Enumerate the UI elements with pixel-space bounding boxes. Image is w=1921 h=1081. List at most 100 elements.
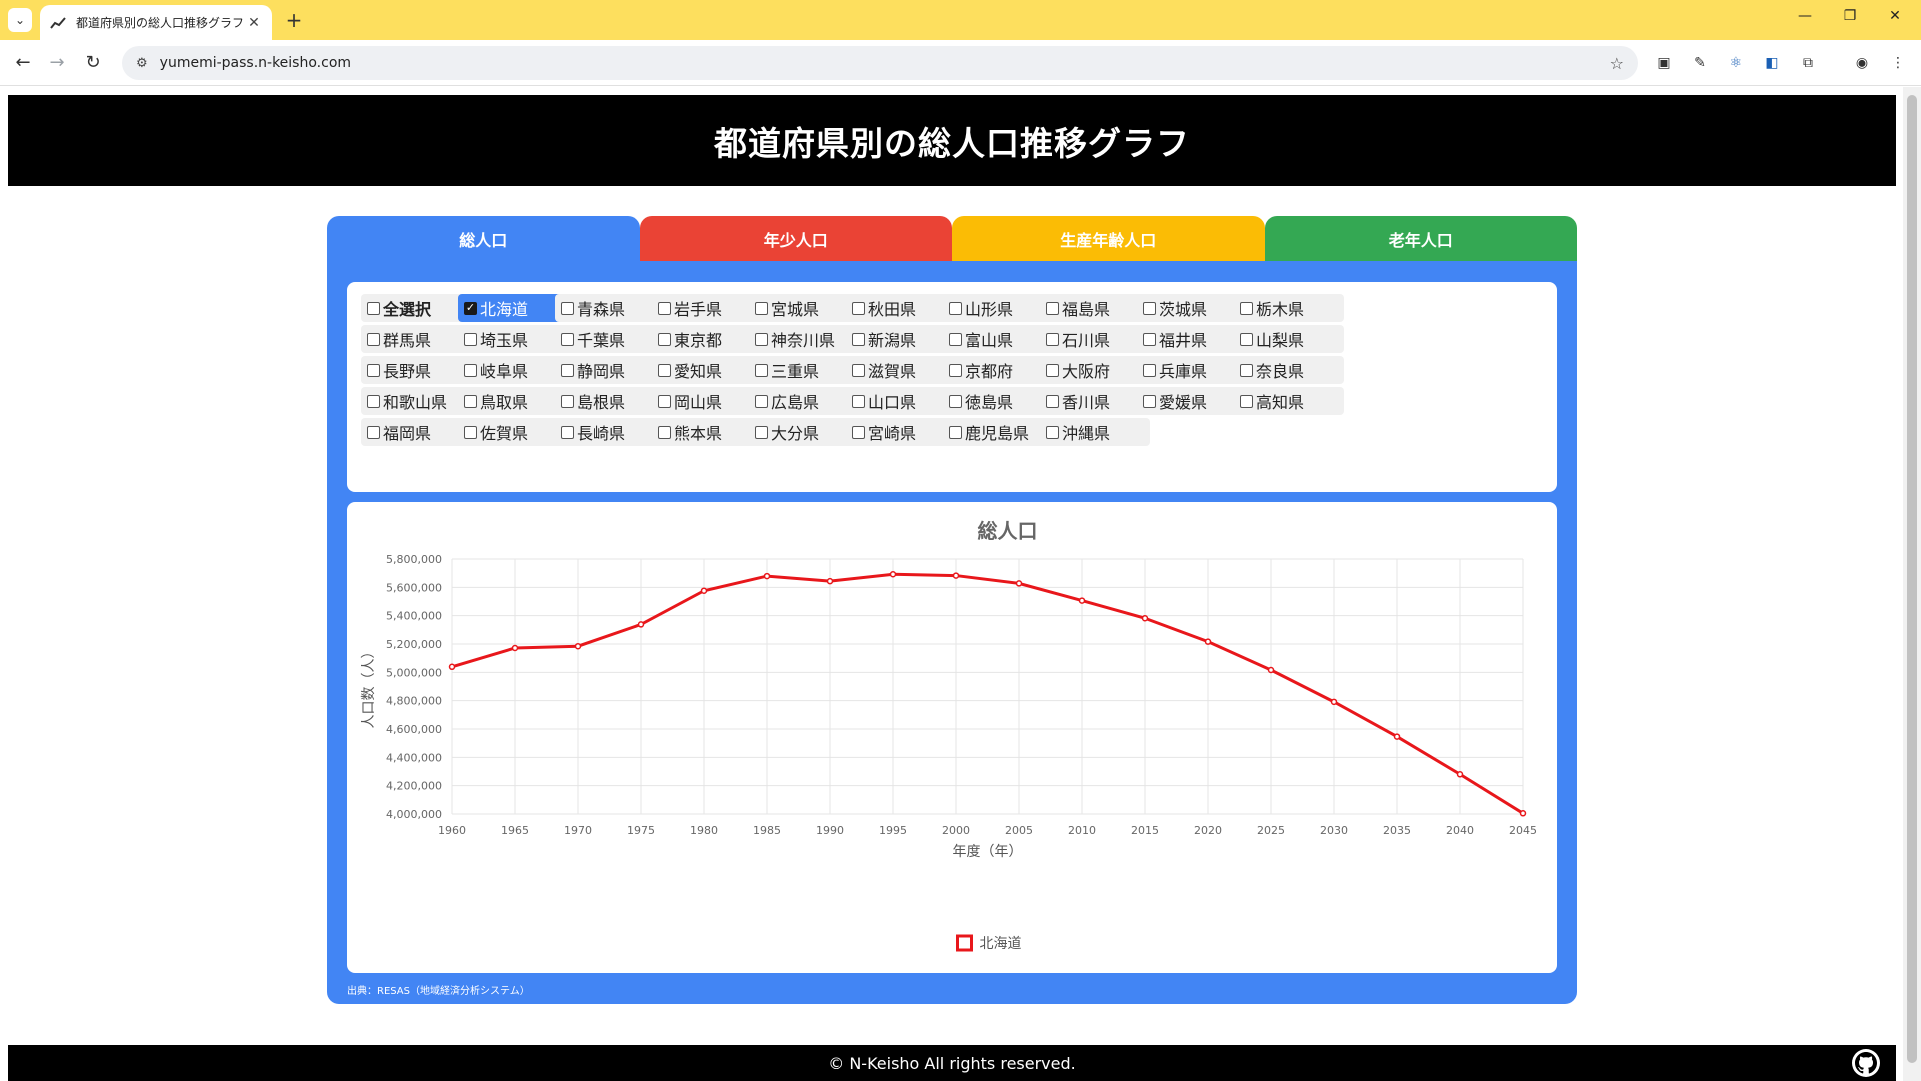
checkbox-unchecked-icon[interactable] <box>852 301 865 315</box>
checkbox-prefecture[interactable]: 岡山県 <box>652 387 762 415</box>
checkbox-prefecture[interactable]: 広島県 <box>749 387 859 415</box>
checkbox-unchecked-icon[interactable] <box>949 301 962 315</box>
checkbox-unchecked-icon[interactable] <box>852 332 865 346</box>
checkbox-prefecture[interactable]: 宮崎県 <box>846 418 956 446</box>
checkbox-prefecture[interactable]: 兵庫県 <box>1137 356 1247 384</box>
checkbox-prefecture[interactable]: 栃木県 <box>1234 294 1344 322</box>
checkbox-prefecture[interactable]: ✓ 北海道 <box>458 294 568 322</box>
menu-kebab-icon[interactable]: ⋮ <box>1888 53 1908 73</box>
checkbox-unchecked-icon[interactable] <box>1143 332 1156 346</box>
checkbox-checked-icon[interactable]: ✓ <box>464 301 477 315</box>
checkbox-unchecked-icon[interactable] <box>852 425 865 439</box>
checkbox-unchecked-icon[interactable] <box>755 301 768 315</box>
tab-total-population[interactable]: 総人口 <box>327 216 640 261</box>
checkbox-prefecture[interactable]: 静岡県 <box>555 356 665 384</box>
checkbox-prefecture[interactable]: 新潟県 <box>846 325 956 353</box>
forward-icon[interactable]: → <box>44 50 70 76</box>
checkbox-prefecture[interactable]: 鳥取県 <box>458 387 568 415</box>
browser-tab[interactable]: 都道府県別の総人口推移グラフ ✕ <box>40 5 272 40</box>
checkbox-prefecture[interactable]: 山形県 <box>943 294 1053 322</box>
checkbox-unchecked-icon[interactable] <box>658 301 671 315</box>
checkbox-unchecked-icon[interactable] <box>658 332 671 346</box>
checkbox-unchecked-icon[interactable] <box>1240 301 1253 315</box>
checkbox-prefecture[interactable]: 和歌山県 <box>361 387 471 415</box>
checkbox-unchecked-icon[interactable] <box>852 394 865 408</box>
checkbox-unchecked-icon[interactable] <box>1143 301 1156 315</box>
checkbox-unchecked-icon[interactable] <box>464 332 477 346</box>
tab-young-population[interactable]: 年少人口 <box>639 216 952 261</box>
checkbox-unchecked-icon[interactable] <box>1046 363 1059 377</box>
checkbox-prefecture[interactable]: 三重県 <box>749 356 859 384</box>
checkbox-unchecked-icon[interactable] <box>949 425 962 439</box>
checkbox-unchecked-icon[interactable] <box>949 394 962 408</box>
checkbox-prefecture[interactable]: 東京都 <box>652 325 762 353</box>
checkbox-prefecture[interactable]: 神奈川県 <box>749 325 859 353</box>
extension-icon[interactable]: ◧ <box>1762 53 1782 73</box>
checkbox-unchecked-icon[interactable] <box>464 363 477 377</box>
checkbox-unchecked-icon[interactable] <box>561 301 574 315</box>
restore-icon[interactable]: ❐ <box>1835 8 1865 24</box>
checkbox-prefecture[interactable]: 奈良県 <box>1234 356 1344 384</box>
extensions-puzzle-icon[interactable]: ⧉ <box>1798 53 1818 73</box>
checkbox-prefecture[interactable]: 千葉県 <box>555 325 665 353</box>
eyedropper-icon[interactable]: ✎ <box>1690 53 1710 73</box>
checkbox-prefecture[interactable]: 京都府 <box>943 356 1053 384</box>
checkbox-unchecked-icon[interactable] <box>561 394 574 408</box>
checkbox-unchecked-icon[interactable] <box>949 332 962 346</box>
checkbox-prefecture[interactable]: 埼玉県 <box>458 325 568 353</box>
checkbox-prefecture[interactable]: 富山県 <box>943 325 1053 353</box>
checkbox-prefecture[interactable]: 佐賀県 <box>458 418 568 446</box>
profile-avatar[interactable]: ◉ <box>1852 53 1872 73</box>
react-devtools-icon[interactable]: ⚛ <box>1726 53 1746 73</box>
vertical-scrollbar[interactable] <box>1903 87 1921 1081</box>
checkbox-unchecked-icon[interactable] <box>658 394 671 408</box>
checkbox-unchecked-icon[interactable] <box>755 332 768 346</box>
reload-icon[interactable]: ↻ <box>80 50 106 76</box>
checkbox-prefecture[interactable]: 高知県 <box>1234 387 1344 415</box>
checkbox-unchecked-icon[interactable] <box>367 363 380 377</box>
checkbox-unchecked-icon[interactable] <box>949 363 962 377</box>
checkbox-unchecked-icon[interactable] <box>1046 332 1059 346</box>
checkbox-unchecked-icon[interactable] <box>561 332 574 346</box>
checkbox-prefecture[interactable]: 群馬県 <box>361 325 471 353</box>
checkbox-prefecture[interactable]: 沖縄県 <box>1040 418 1150 446</box>
github-icon[interactable] <box>1852 1049 1880 1077</box>
checkbox-unchecked-icon[interactable] <box>1046 301 1059 315</box>
checkbox-unchecked-icon[interactable] <box>1046 425 1059 439</box>
checkbox-unchecked-icon[interactable] <box>464 394 477 408</box>
checkbox-unchecked-icon[interactable] <box>658 363 671 377</box>
tab-working-age-population[interactable]: 生産年齢人口 <box>952 216 1265 261</box>
checkbox-prefecture[interactable]: 山梨県 <box>1234 325 1344 353</box>
checkbox-prefecture[interactable]: 愛媛県 <box>1137 387 1247 415</box>
checkbox-unchecked-icon[interactable] <box>755 425 768 439</box>
checkbox-prefecture[interactable]: 熊本県 <box>652 418 762 446</box>
window-close-icon[interactable]: ✕ <box>1880 8 1910 24</box>
bookmark-star-icon[interactable]: ☆ <box>1610 54 1624 73</box>
checkbox-prefecture[interactable]: 福井県 <box>1137 325 1247 353</box>
checkbox-prefecture[interactable]: 大阪府 <box>1040 356 1150 384</box>
checkbox-select-all[interactable]: 全選択 <box>361 294 471 322</box>
checkbox-unchecked-icon[interactable] <box>1143 394 1156 408</box>
checkbox-prefecture[interactable]: 福島県 <box>1040 294 1150 322</box>
checkbox-prefecture[interactable]: 青森県 <box>555 294 665 322</box>
picture-in-picture-icon[interactable]: ▣ <box>1654 53 1674 73</box>
checkbox-unchecked-icon[interactable] <box>1240 332 1253 346</box>
checkbox-prefecture[interactable]: 岩手県 <box>652 294 762 322</box>
checkbox-prefecture[interactable]: 香川県 <box>1040 387 1150 415</box>
new-tab-button[interactable]: + <box>282 9 306 33</box>
checkbox-prefecture[interactable]: 滋賀県 <box>846 356 956 384</box>
checkbox-unchecked-icon[interactable] <box>561 363 574 377</box>
checkbox-unchecked-icon[interactable] <box>561 425 574 439</box>
tab-elderly-population[interactable]: 老年人口 <box>1264 216 1577 261</box>
checkbox-prefecture[interactable]: 島根県 <box>555 387 665 415</box>
checkbox-prefecture[interactable]: 宮城県 <box>749 294 859 322</box>
checkbox-unchecked-icon[interactable] <box>367 332 380 346</box>
checkbox-prefecture[interactable]: 福岡県 <box>361 418 471 446</box>
minimize-icon[interactable]: — <box>1790 8 1820 24</box>
checkbox-unchecked-icon[interactable] <box>755 363 768 377</box>
checkbox-prefecture[interactable]: 山口県 <box>846 387 956 415</box>
checkbox-prefecture[interactable]: 秋田県 <box>846 294 956 322</box>
tab-list-button[interactable]: ⌄ <box>8 8 32 32</box>
checkbox-prefecture[interactable]: 鹿児島県 <box>943 418 1053 446</box>
checkbox-unchecked-icon[interactable] <box>367 394 380 408</box>
